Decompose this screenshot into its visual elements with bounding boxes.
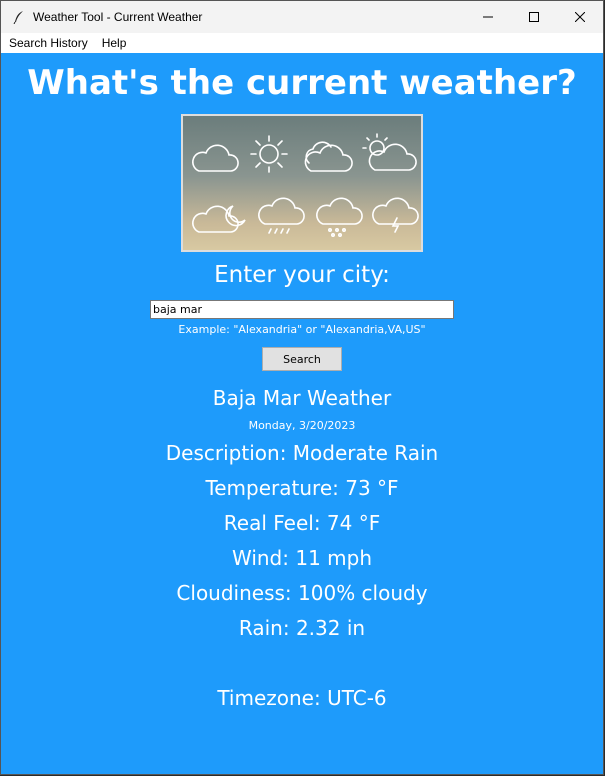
city-input[interactable] [150, 300, 454, 319]
snow-cloud-icon [316, 197, 363, 237]
close-icon [575, 12, 585, 22]
title-bar[interactable]: Weather Tool - Current Weather [1, 1, 603, 33]
description-line: Description: Moderate Rain [165, 441, 439, 465]
window-title: Weather Tool - Current Weather [33, 10, 203, 24]
maximize-icon [529, 12, 539, 22]
sun-icon [250, 135, 288, 173]
maximize-button[interactable] [511, 1, 557, 33]
result-date: Monday, 3/20/2023 [248, 419, 356, 432]
partly-cloudy-icon [362, 133, 417, 171]
clouds-icon [304, 141, 353, 172]
temperature-line: Temperature: 73 °F [205, 476, 399, 500]
city-prompt-label: Enter your city: [214, 262, 390, 288]
app-window: Weather Tool - Current Weather Search Hi… [0, 0, 604, 775]
close-button[interactable] [557, 1, 603, 33]
page-title: What's the current weather? [27, 63, 577, 103]
wind-line: Wind: 11 mph [231, 546, 373, 570]
feather-icon [11, 9, 27, 25]
real-feel-line: Real Feel: 74 °F [223, 511, 381, 535]
rain-cloud-icon [258, 197, 305, 234]
weather-banner-image [181, 114, 423, 252]
menu-bar: Search History Help [1, 33, 603, 53]
menu-help[interactable]: Help [95, 33, 134, 53]
example-hint: Example: "Alexandria" or "Alexandria,VA,… [178, 323, 426, 336]
thunder-cloud-icon [372, 197, 419, 233]
cloud-icon [192, 144, 239, 172]
cloud-moon-icon [192, 205, 246, 233]
cloudiness-line: Cloudiness: 100% cloudy [176, 581, 428, 605]
minimize-icon [483, 16, 493, 18]
rain-line: Rain: 2.32 in [238, 616, 366, 640]
menu-search-history[interactable]: Search History [1, 33, 95, 53]
timezone-line: Timezone: UTC-6 [217, 686, 387, 710]
minimize-button[interactable] [465, 1, 511, 33]
search-button[interactable]: Search [262, 347, 342, 371]
main-content: What's the current weather? Enter your c… [1, 53, 603, 774]
result-city-title: Baja Mar Weather [212, 386, 392, 410]
